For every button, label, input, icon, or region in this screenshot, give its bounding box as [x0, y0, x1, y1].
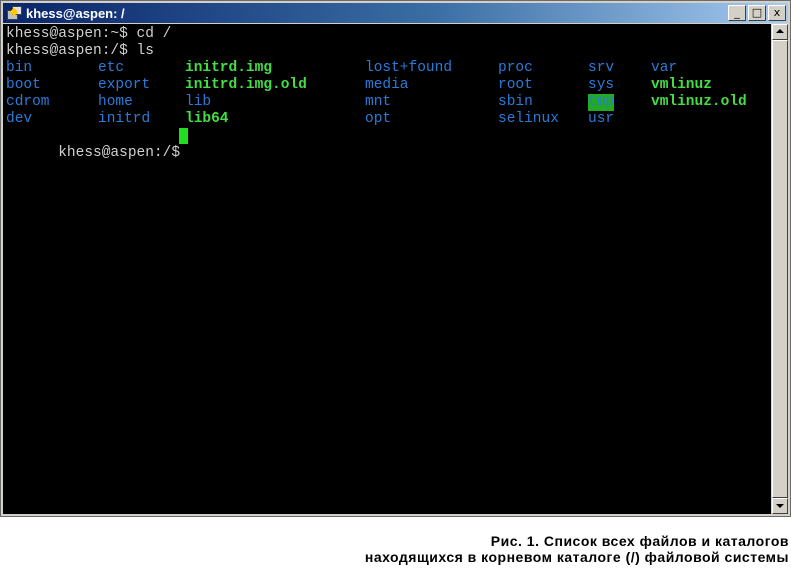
ls-entry-dev: dev: [6, 111, 33, 127]
command-line-cd: khess@aspen:~$ cd /: [6, 26, 172, 42]
terminal-window: khess@aspen: / _ □ x khess@aspen:~$ cd /…: [0, 0, 791, 517]
ls-entry-export: export: [98, 77, 151, 93]
arrow-down-icon: [776, 504, 784, 508]
ls-entry-home: home: [98, 94, 133, 110]
text-cursor: [179, 128, 188, 144]
ls-entry-bin: bin: [6, 60, 33, 76]
putty-icon: [7, 6, 22, 20]
scroll-down-button[interactable]: [772, 498, 788, 514]
title-bar[interactable]: khess@aspen: / _ □ x: [3, 3, 788, 23]
ls-entry-mnt: mnt: [365, 94, 392, 110]
scroll-thumb[interactable]: [772, 40, 788, 498]
ls-entry-vmlinuz-old: vmlinuz.old: [651, 94, 747, 110]
caption-line-1: Рис. 1. Список всех файлов и каталогов: [490, 533, 789, 549]
window-controls: _ □ x: [728, 5, 786, 21]
minimize-button[interactable]: _: [728, 5, 746, 21]
ls-entry-boot: boot: [6, 77, 41, 93]
ls-entry-usr: usr: [588, 111, 615, 127]
command-line-ls: khess@aspen:/$ ls: [6, 43, 154, 59]
ls-entry-var: var: [651, 60, 678, 76]
ls-entry-lost-found: lost+found: [365, 60, 453, 76]
ls-entry-initrd-img-old: initrd.img.old: [185, 77, 307, 93]
ls-entry-srv: srv: [588, 60, 615, 76]
ls-entry-cdrom: cdrom: [6, 94, 50, 110]
ls-entry-media: media: [365, 77, 409, 93]
figure-caption: Рис. 1. Список всех файлов и каталогов н…: [0, 533, 789, 565]
scroll-up-button[interactable]: [772, 24, 788, 40]
caption-line-2: находящихся в корневом каталоге (/) файл…: [364, 549, 789, 565]
arrow-up-icon: [776, 29, 784, 33]
ls-entry-proc: proc: [498, 60, 533, 76]
ls-entry-lib64: lib64: [185, 111, 229, 127]
ls-entry-etc: etc: [98, 60, 125, 76]
shell-prompt: khess@aspen:/$: [58, 145, 189, 161]
ls-entry-initrd: initrd: [98, 111, 151, 127]
ls-entry-root: root: [498, 77, 533, 93]
ls-entry-initrd-img: initrd.img: [185, 60, 273, 76]
close-button[interactable]: x: [768, 5, 786, 21]
maximize-button[interactable]: □: [748, 5, 766, 21]
ls-entry-vmlinuz: vmlinuz: [651, 77, 712, 93]
ls-entry-tmp: tmp: [588, 94, 615, 111]
prompt-line: khess@aspen:/$: [6, 128, 189, 179]
ls-entry-sys: sys: [588, 77, 615, 93]
ls-entry-selinux: selinux: [498, 111, 559, 127]
ls-entry-opt: opt: [365, 111, 392, 127]
terminal-output[interactable]: khess@aspen:~$ cd / khess@aspen:/$ ls bi…: [3, 24, 771, 514]
vertical-scrollbar[interactable]: [772, 24, 788, 514]
ls-entry-sbin: sbin: [498, 94, 533, 110]
window-title: khess@aspen: /: [26, 5, 125, 21]
ls-entry-lib: lib: [185, 94, 212, 110]
